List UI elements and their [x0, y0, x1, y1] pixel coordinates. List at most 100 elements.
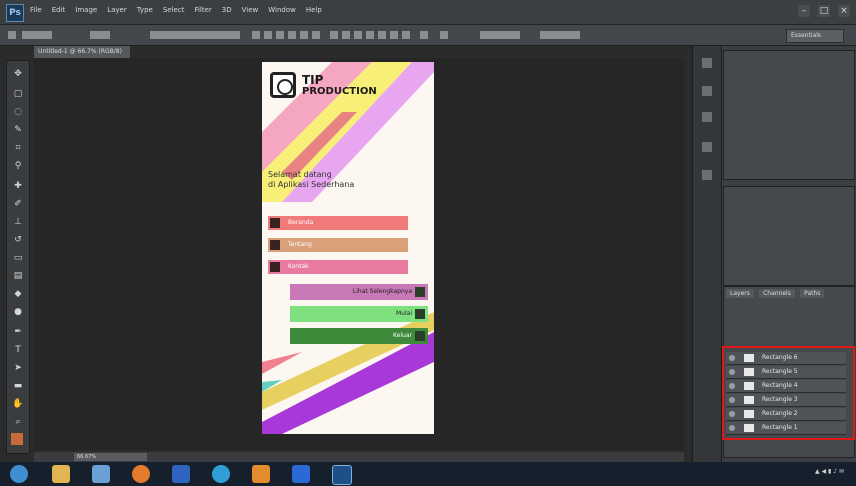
type-tool-icon[interactable]: T [12, 345, 24, 355]
document-canvas[interactable]: TIP PRODUCTION Selamat datang di Aplikas… [262, 62, 434, 434]
menu-file[interactable]: File [30, 6, 42, 14]
foreground-color-swatch[interactable] [11, 433, 23, 445]
action-button-label: Lihat Selengkapnya [352, 288, 412, 295]
menu-button-icon [270, 262, 280, 272]
eraser-tool-icon[interactable]: ▭ [12, 253, 24, 263]
zoom-tool-icon[interactable]: ⌕ [12, 417, 24, 427]
action-button-lihat[interactable]: Lihat Selengkapnya [290, 284, 428, 300]
tab-paths[interactable]: Paths [800, 289, 825, 298]
marquee-tool-icon[interactable]: ▢ [12, 89, 24, 99]
network-taskbar-icon[interactable] [212, 465, 230, 483]
hand-tool-icon[interactable]: ✋ [12, 399, 24, 409]
menu-button-label: Kontak [288, 263, 309, 270]
character-panel-icon[interactable] [702, 142, 712, 152]
menu-layer[interactable]: Layer [107, 6, 127, 14]
welcome-line-2: di Aplikasi Sederhana [268, 180, 355, 189]
workspace-switcher[interactable]: Essentials [786, 29, 844, 43]
align-icon[interactable] [312, 31, 320, 39]
menu-button-beranda[interactable]: Beranda [268, 216, 408, 230]
menu-button-label: Tentang [288, 241, 312, 248]
browser-taskbar-icon[interactable] [132, 465, 150, 483]
menu-type[interactable]: Type [137, 6, 153, 14]
photoshop-taskbar-icon[interactable] [332, 465, 352, 485]
align-icon[interactable] [264, 31, 272, 39]
character-panel [723, 50, 855, 180]
distribute-icon[interactable] [330, 31, 338, 39]
distribute-icon[interactable] [390, 31, 398, 39]
action-button-icon [415, 331, 425, 341]
action-button-keluar[interactable]: Keluar [290, 328, 428, 344]
logo-face-icon [277, 79, 293, 95]
clone-stamp-tool-icon[interactable]: ⊥ [12, 217, 24, 227]
menu-3d[interactable]: 3D [222, 6, 232, 14]
folder-taskbar-icon[interactable] [52, 465, 70, 483]
distribute-icon[interactable] [402, 31, 410, 39]
blur-tool-icon[interactable]: ◆ [12, 289, 24, 299]
path-select-tool-icon[interactable]: ➤ [12, 363, 24, 373]
auto-align-icon[interactable] [420, 31, 428, 39]
word-taskbar-icon[interactable] [292, 465, 310, 483]
healing-tool-icon[interactable]: ✚ [12, 181, 24, 191]
menu-button-kontak[interactable]: Kontak [268, 260, 408, 274]
menu-bar: Ps File Edit Image Layer Type Select Fil… [0, 0, 856, 25]
collapsed-panel-icons [693, 46, 722, 462]
menu-edit[interactable]: Edit [52, 6, 66, 14]
quick-select-tool-icon[interactable]: ✎ [12, 125, 24, 135]
3d-mode-field[interactable] [540, 31, 580, 39]
distribute-icon[interactable] [342, 31, 350, 39]
eyedropper-tool-icon[interactable]: ⚲ [12, 161, 24, 171]
distribute-icon[interactable] [354, 31, 362, 39]
welcome-line-1: Selamat datang [268, 170, 332, 179]
distribute-icon[interactable] [378, 31, 386, 39]
action-button-mulai[interactable]: Mulai [290, 306, 428, 322]
align-icon[interactable] [300, 31, 308, 39]
mode-dropdown[interactable] [90, 31, 110, 39]
lasso-tool-icon[interactable]: ◌ [12, 107, 24, 117]
close-icon[interactable]: × [838, 5, 850, 17]
align-icon[interactable] [288, 31, 296, 39]
menu-button-tentang[interactable]: Tentang [268, 238, 408, 252]
menu-image[interactable]: Image [75, 6, 97, 14]
menu-select[interactable]: Select [163, 6, 185, 14]
menu-button-label: Beranda [288, 219, 314, 226]
highlight-box [722, 346, 855, 440]
dodge-tool-icon[interactable]: ● [12, 307, 24, 317]
app-taskbar-icon[interactable] [92, 465, 110, 483]
move-tool-icon[interactable]: ✥ [12, 69, 24, 79]
brush-tool-icon[interactable]: ✐ [12, 199, 24, 209]
gradient-tool-icon[interactable]: ▤ [12, 271, 24, 281]
options-field[interactable] [150, 31, 240, 39]
paragraph-panel-icon[interactable] [702, 112, 712, 122]
3d-mode-icon[interactable] [440, 31, 448, 39]
menu-button-icon [270, 240, 280, 250]
brand-line-2: PRODUCTION [302, 86, 377, 97]
distribute-icon[interactable] [366, 31, 374, 39]
3d-mode-field[interactable] [480, 31, 520, 39]
actions-panel-icon[interactable] [702, 86, 712, 96]
start-button-icon[interactable] [10, 465, 28, 483]
menu-help[interactable]: Help [306, 6, 322, 14]
crop-tool-icon[interactable]: ⌗ [12, 143, 24, 153]
style-dropdown[interactable] [22, 31, 52, 39]
window-controls: – □ × [798, 5, 850, 17]
align-icon[interactable] [276, 31, 284, 39]
menu-filter[interactable]: Filter [194, 6, 211, 14]
brand-logo [270, 72, 296, 98]
tab-layers[interactable]: Layers [726, 289, 754, 298]
pen-tool-icon[interactable]: ✒ [12, 327, 24, 337]
history-panel-icon[interactable] [702, 58, 712, 68]
tool-preset-icon[interactable] [8, 31, 16, 39]
align-icon[interactable] [252, 31, 260, 39]
mail-taskbar-icon[interactable] [172, 465, 190, 483]
minimize-icon[interactable]: – [798, 5, 810, 17]
menu-window[interactable]: Window [268, 6, 296, 14]
tab-channels[interactable]: Channels [759, 289, 795, 298]
menu-view[interactable]: View [242, 6, 259, 14]
photoshop-logo[interactable]: Ps [6, 4, 24, 22]
shape-tool-icon[interactable]: ▬ [12, 381, 24, 391]
maximize-icon[interactable]: □ [818, 5, 830, 17]
app-taskbar-icon[interactable] [252, 465, 270, 483]
document-tab[interactable]: Untitled-1 @ 66.7% (RGB/8) [34, 46, 130, 58]
history-brush-tool-icon[interactable]: ↺ [12, 235, 24, 245]
swatches-panel-icon[interactable] [702, 170, 712, 180]
